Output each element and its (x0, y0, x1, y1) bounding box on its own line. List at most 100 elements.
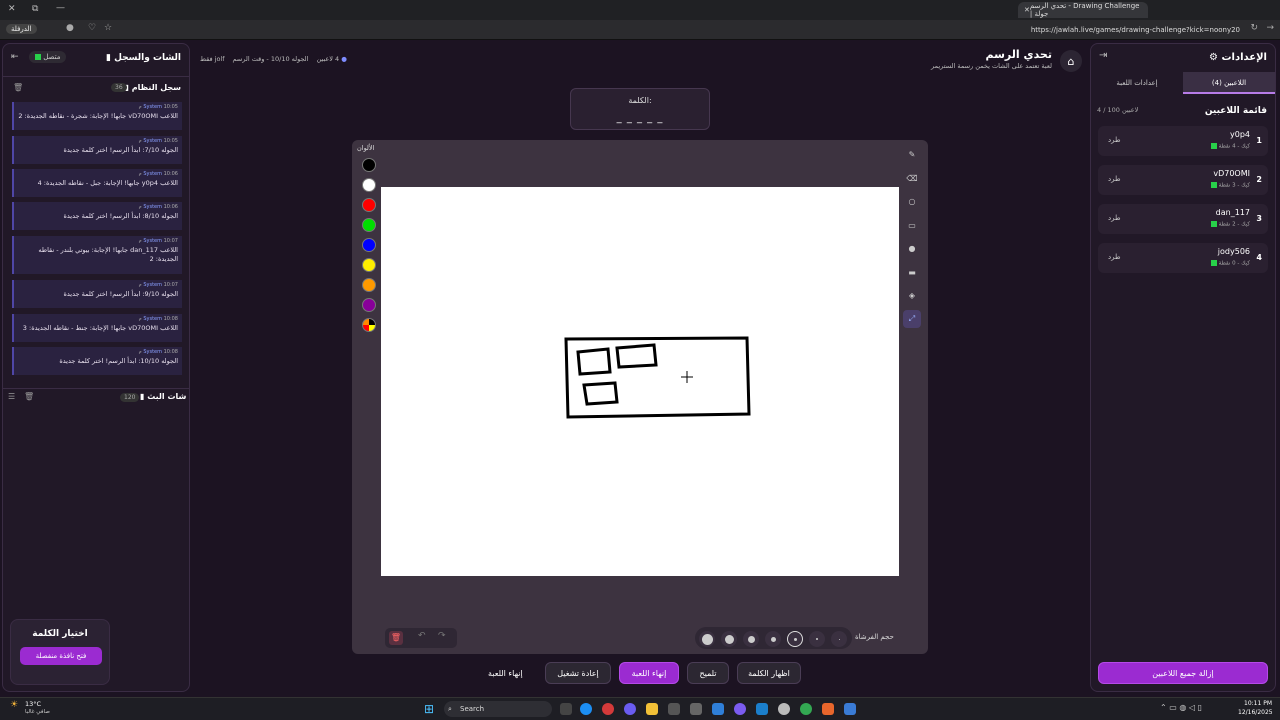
clear-icon[interactable]: 🗑 (389, 631, 403, 645)
clock-time: 10:11 PM (1244, 700, 1272, 707)
brush-size-label: حجم الفرشاة (855, 633, 894, 641)
windows-start-icon[interactable]: ⊞ (424, 702, 434, 716)
log-text: اللاعب vD70OMI جابها! الإجابة: جنط - نقا… (22, 324, 178, 332)
edge-icon[interactable] (580, 703, 592, 715)
settings-app-icon[interactable] (668, 703, 680, 715)
word-label: الكلمة: (628, 96, 652, 105)
filled-circle-icon[interactable]: ● (903, 239, 921, 257)
eraser-icon[interactable]: ⌫ (903, 169, 921, 187)
color-swatch[interactable] (362, 298, 376, 312)
hint-button[interactable]: تلميح (687, 662, 729, 684)
avatar-icon[interactable]: ● (66, 23, 74, 33)
taskbar-search[interactable]: ⌕ Search (444, 701, 552, 717)
circle-tool-icon[interactable]: ○ (903, 192, 921, 210)
word-mask: _ _ _ _ _ (616, 113, 664, 124)
fill-bucket-icon[interactable]: ◈ (903, 286, 921, 304)
filled-rectangle-icon[interactable]: ▬ (903, 263, 921, 281)
task-view-icon[interactable] (560, 703, 572, 715)
kick-player-button[interactable]: طرد (1108, 136, 1121, 144)
redo-icon[interactable]: ↷ (438, 631, 446, 641)
drawing-canvas[interactable] (381, 187, 899, 576)
browser-tabbar: ✕ ⧉ — + ✕ تحدي الرسم - Drawing Challenge… (0, 0, 1280, 20)
player-points: كيك - 2 نقطة (1210, 221, 1250, 228)
favorite-icon[interactable]: ♡ (88, 23, 96, 33)
app-icon[interactable] (822, 703, 834, 715)
browser-tab[interactable]: ✕ تحدي الرسم - Drawing Challenge | جولة (1018, 2, 1148, 18)
brush-size-option[interactable] (743, 631, 759, 647)
back-icon[interactable]: → (1266, 23, 1274, 33)
undo-icon[interactable]: ↶ (418, 631, 426, 641)
brush-size-option[interactable] (699, 631, 715, 647)
custom-color-picker[interactable] (362, 318, 376, 332)
restart-button[interactable]: إعادة تشغيل (545, 662, 611, 684)
open-window-button[interactable]: فتح نافذة منفصلة (20, 647, 102, 665)
collapse-icon[interactable]: ⇥ (1099, 50, 1107, 61)
brush-size-option[interactable] (721, 631, 737, 647)
home-icon[interactable]: ⌂ (1060, 50, 1082, 72)
color-swatch[interactable] (362, 158, 376, 172)
chrome-icon[interactable] (800, 703, 812, 715)
round-info: الجوله 10/10 - وقت الرسم (232, 55, 309, 63)
minimize-icon[interactable]: — (56, 3, 65, 13)
kick-badge-icon (1210, 182, 1217, 188)
brush-size-option[interactable] (809, 631, 825, 647)
player-name: y0p4 (1230, 130, 1250, 139)
color-swatch[interactable] (362, 258, 376, 272)
close-window-icon[interactable]: ✕ (8, 4, 16, 14)
reload-icon[interactable]: ↻ (1250, 23, 1258, 33)
log-meta: System 10:05 م (138, 138, 178, 144)
player-rank: 2 (1256, 175, 1262, 184)
url-field[interactable]: https://jawlah.live/games/drawing-challe… (1031, 26, 1240, 34)
system-log-item: System 10:06 م اللاعب y0p4 جابها! الإجابة… (12, 169, 182, 197)
weather-desc: صافي غالبا (25, 709, 50, 715)
copilot-icon[interactable] (624, 703, 636, 715)
trash-icon[interactable]: 🗑 (24, 392, 34, 401)
star-icon[interactable]: ☆ (104, 23, 112, 33)
kick-player-button[interactable]: طرد (1108, 175, 1121, 183)
obs-icon[interactable] (778, 703, 790, 715)
trash-icon[interactable]: 🗑 (13, 83, 23, 92)
rectangle-tool-icon[interactable]: ▭ (903, 216, 921, 234)
file-explorer-icon[interactable] (646, 703, 658, 715)
list-icon[interactable]: ☰ (8, 392, 15, 401)
kick-player-button[interactable]: طرد (1108, 253, 1121, 261)
color-swatch[interactable] (362, 218, 376, 232)
weather-icon[interactable]: ☀ (10, 700, 18, 710)
brush-size-option[interactable] (831, 631, 847, 647)
line-tool-icon[interactable]: ⤢ (903, 310, 921, 328)
tab-settings[interactable]: إعدادات اللعبة (1091, 72, 1183, 94)
log-meta: System 10:08 م (138, 349, 178, 355)
end-game-label[interactable]: إنهاء اللعبة (488, 669, 523, 678)
system-log-item: System 10:07 م الجوله 9/10: ابدأ الرسم! ا… (12, 280, 182, 308)
vscode-icon[interactable] (844, 703, 856, 715)
remove-all-players-button[interactable]: إزالة جميع اللاعبين (1098, 662, 1268, 684)
system-log-item: System 10:07 م اللاعب dan_117 جابها! الإج… (12, 236, 182, 274)
color-swatch[interactable] (362, 238, 376, 252)
show-word-button[interactable]: اظهار الكلمة (737, 662, 801, 684)
kick-badge-icon (1210, 143, 1217, 149)
brush-size-option[interactable] (787, 631, 803, 647)
colors-label: الألوان (357, 144, 375, 152)
store-icon[interactable] (690, 703, 702, 715)
kick-player-button[interactable]: طرد (1108, 214, 1121, 222)
color-swatch[interactable] (362, 278, 376, 292)
profile-button[interactable]: الدرفلة (6, 24, 37, 34)
color-swatch[interactable] (362, 178, 376, 192)
pencil-icon[interactable]: ✎ (903, 145, 921, 163)
tab-players[interactable]: اللاعبين (4) (1183, 72, 1275, 94)
photos-icon[interactable] (756, 703, 768, 715)
players-list-title: قائمة اللاعبين (1204, 106, 1267, 116)
restore-icon[interactable]: ⧉ (32, 4, 38, 14)
windows-taskbar (0, 697, 1280, 720)
collapse-icon[interactable]: ⇤ (11, 52, 19, 62)
game-title: تحدي الرسم (985, 48, 1052, 61)
discord-icon[interactable] (734, 703, 746, 715)
system-log-item: System 10:05 م الجوله 7/10: ابدأ الرسم! ا… (12, 136, 182, 164)
system-tray-icons[interactable]: ⌃ ▭ ◍ ◁ ▯ (1160, 703, 1202, 712)
system-log-item: System 10:06 م الجوله 8/10: ابدأ الرسم! ا… (12, 202, 182, 230)
end-game-button[interactable]: إنهاء اللعبة (619, 662, 679, 684)
brush-size-option[interactable] (765, 631, 781, 647)
mail-icon[interactable] (712, 703, 724, 715)
color-swatch[interactable] (362, 198, 376, 212)
opera-icon[interactable] (602, 703, 614, 715)
